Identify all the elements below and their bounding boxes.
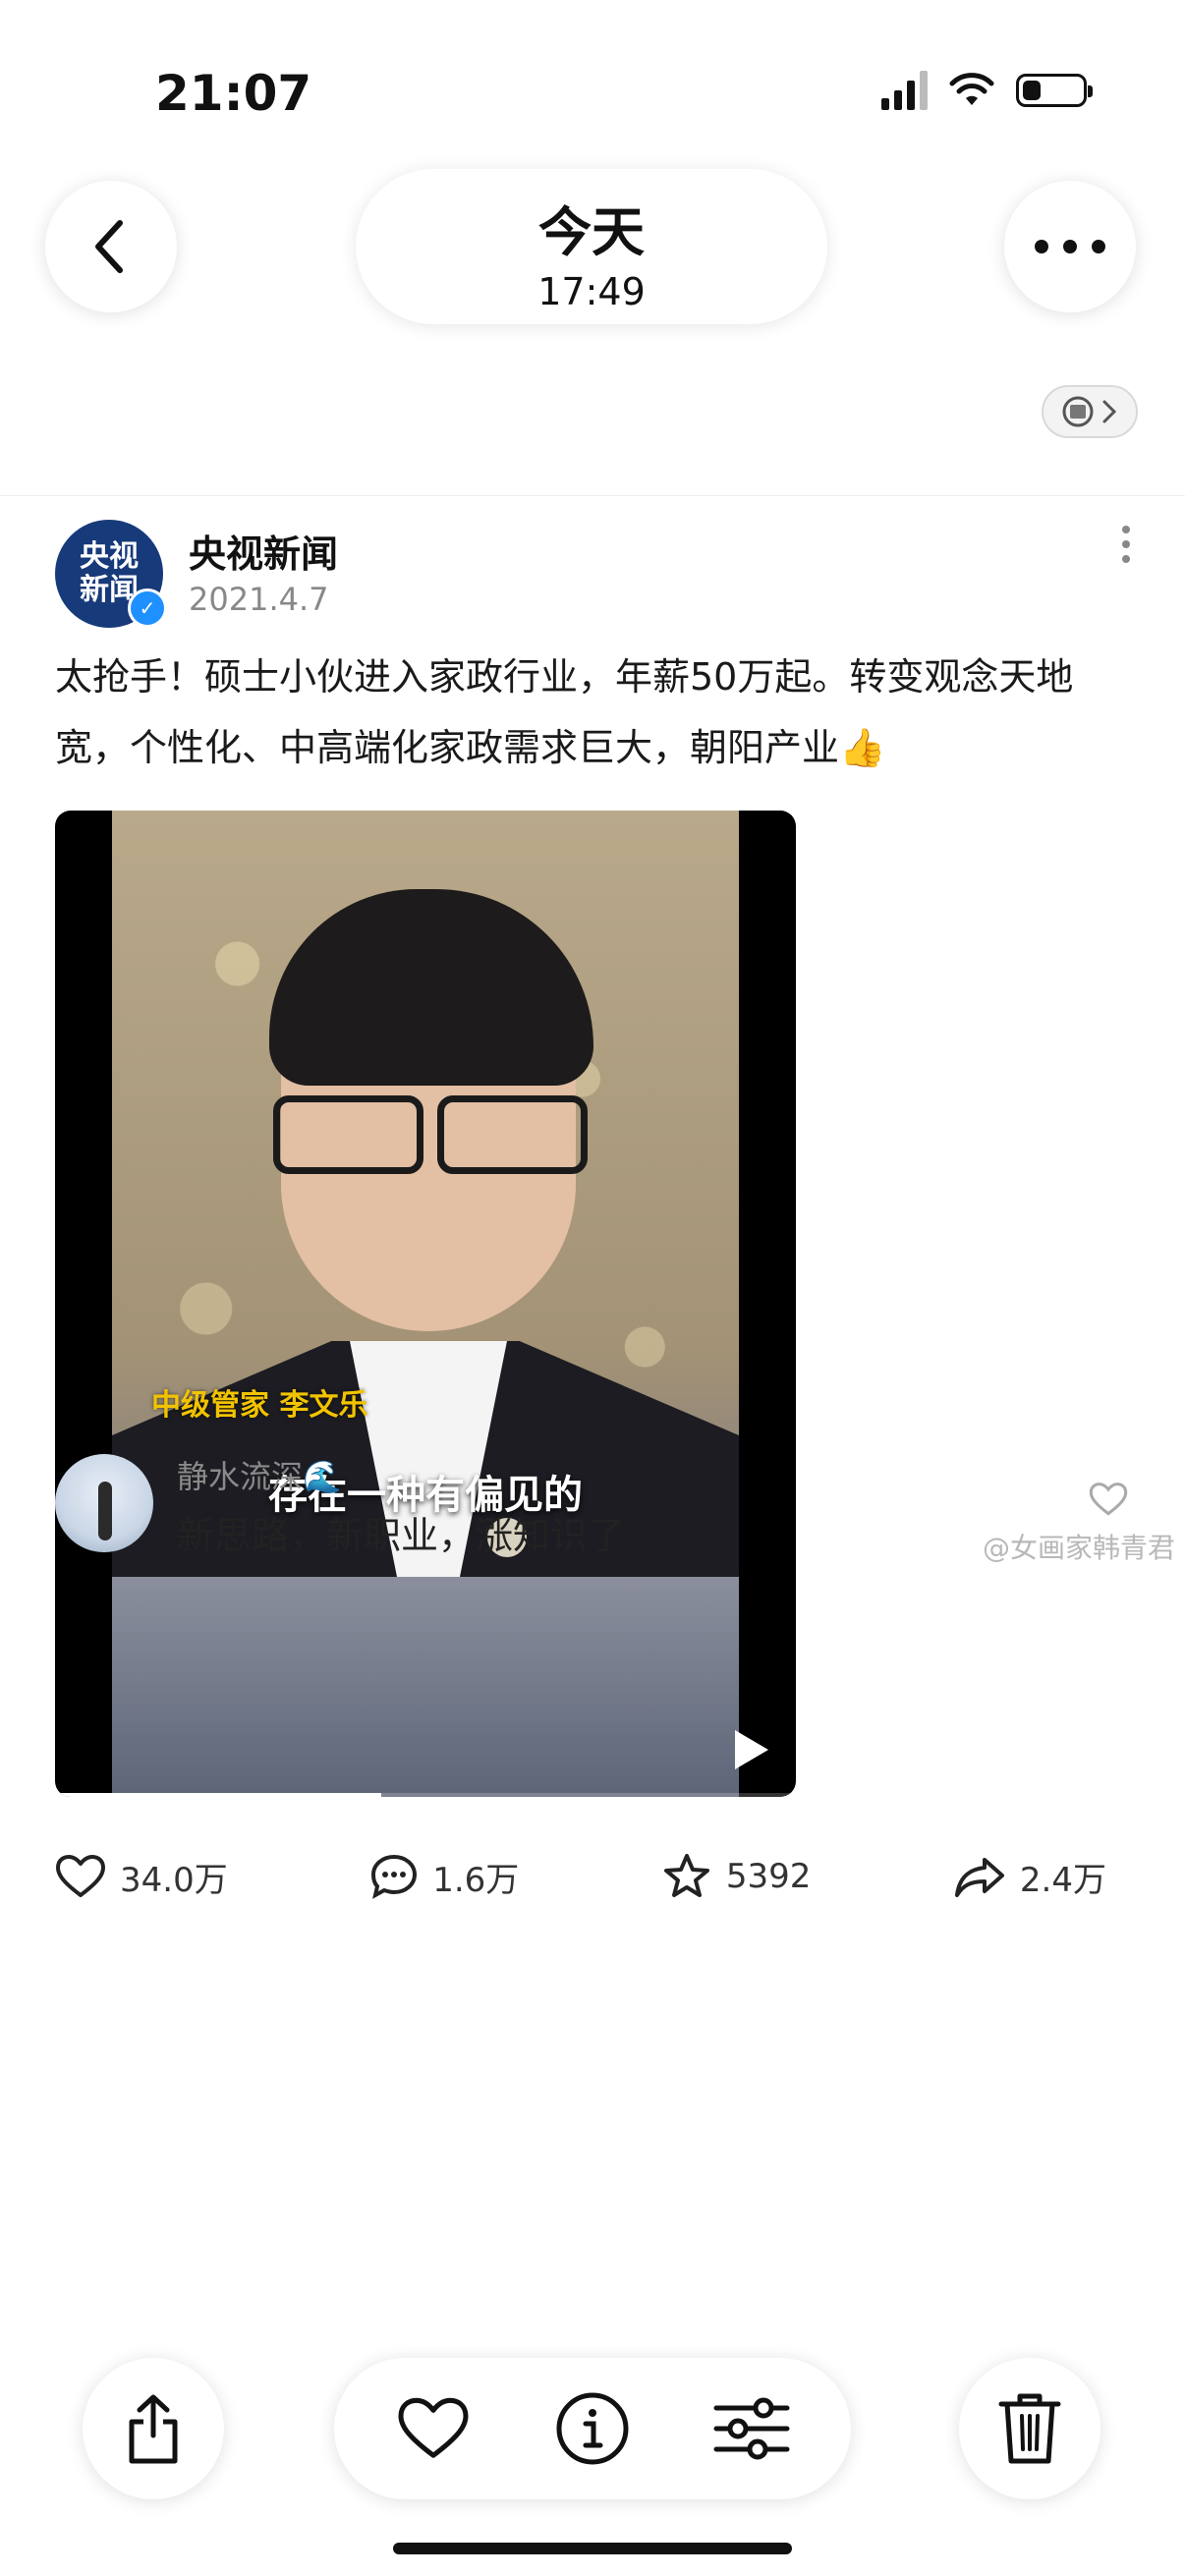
commenter-name[interactable]: 静水流深🌊: [177, 1452, 342, 1497]
comment-count: 1.6万: [432, 1860, 520, 1900]
info-icon: [556, 2392, 629, 2465]
heart-icon: [56, 1855, 105, 1897]
author-avatar[interactable]: 央视 新闻 ✓: [55, 520, 167, 628]
more-button[interactable]: [1004, 181, 1136, 312]
heart-outline-icon: [1089, 1483, 1128, 1516]
more-icon: [1035, 240, 1105, 253]
cellular-signal-icon: [881, 71, 928, 110]
share-button[interactable]: [83, 2358, 224, 2499]
verified-badge-icon: ✓: [128, 588, 167, 628]
share-action[interactable]: 2.4万: [953, 1853, 1106, 1901]
video-player[interactable]: 中级管家 李文乐 存在一种有偏见的: [55, 811, 796, 1797]
post-actions: 34.0万 1.6万 5392 2.4万: [55, 1852, 1106, 1901]
share-arrow-icon: [954, 1858, 1004, 1897]
chevron-right-icon: [1102, 400, 1117, 423]
adjust-button[interactable]: [703, 2380, 801, 2478]
post-date: 2021.4.7: [189, 581, 329, 618]
watermark-text: @女画家韩青君: [982, 1532, 1175, 1564]
video-progress-bar[interactable]: [55, 1793, 796, 1797]
adjust-icon: [713, 2397, 790, 2460]
trash-icon: [998, 2393, 1061, 2464]
like-count: 34.0万: [120, 1860, 228, 1900]
author-name[interactable]: 央视新闻: [189, 524, 338, 578]
delete-button[interactable]: [959, 2358, 1100, 2499]
commenter-avatar[interactable]: [55, 1454, 153, 1552]
share-icon: [129, 2394, 178, 2464]
comment-action[interactable]: 1.6万: [369, 1853, 519, 1901]
video-person-glasses: [273, 1095, 588, 1174]
comment-icon: [371, 1854, 418, 1899]
play-icon[interactable]: [735, 1730, 768, 1769]
video-blurred-area: [112, 1577, 739, 1797]
favorite-action[interactable]: 5392: [661, 1852, 812, 1901]
back-icon: [95, 220, 123, 273]
live-photo-icon: [1062, 396, 1094, 427]
live-photo-chip[interactable]: [1042, 385, 1138, 438]
post-menu-button[interactable]: [1122, 526, 1130, 563]
page-subtitle: 17:49: [537, 270, 646, 313]
status-time: 21:07: [155, 65, 312, 122]
post-card: 央视 新闻 ✓ 央视新闻 2021.4.7 太抢手！硕士小伙进入家政行业，年薪5…: [0, 495, 1185, 2078]
video-progress-fill: [55, 1793, 381, 1797]
favorite-count: 5392: [725, 1857, 812, 1896]
comment-like-button[interactable]: [1089, 1482, 1128, 1521]
battery-icon: [1016, 74, 1093, 107]
share-count: 2.4万: [1019, 1860, 1106, 1900]
center-toolbar: [334, 2358, 851, 2499]
comment-text: 新思路，新职业，涨知识了: [177, 1514, 626, 1557]
post-text: 太抢手！硕士小伙进入家政行业，年薪50万起。转变观念天地宽，个性化、中高端化家政…: [55, 655, 1074, 769]
date-title-pill: 今天 17:49: [356, 169, 827, 324]
wifi-icon: [949, 73, 994, 105]
status-icons: [881, 71, 1093, 110]
back-button[interactable]: [45, 181, 177, 312]
favorite-button[interactable]: [384, 2380, 482, 2478]
avatar-text-top: 央视: [80, 539, 139, 574]
home-indicator[interactable]: [393, 2543, 792, 2554]
heart-icon: [398, 2397, 469, 2458]
star-icon: [663, 1854, 709, 1897]
page-title: 今天: [538, 201, 645, 263]
info-button[interactable]: [543, 2380, 642, 2478]
like-action[interactable]: 34.0万: [55, 1853, 228, 1901]
video-caption-name: 中级管家 李文乐: [151, 1388, 368, 1423]
